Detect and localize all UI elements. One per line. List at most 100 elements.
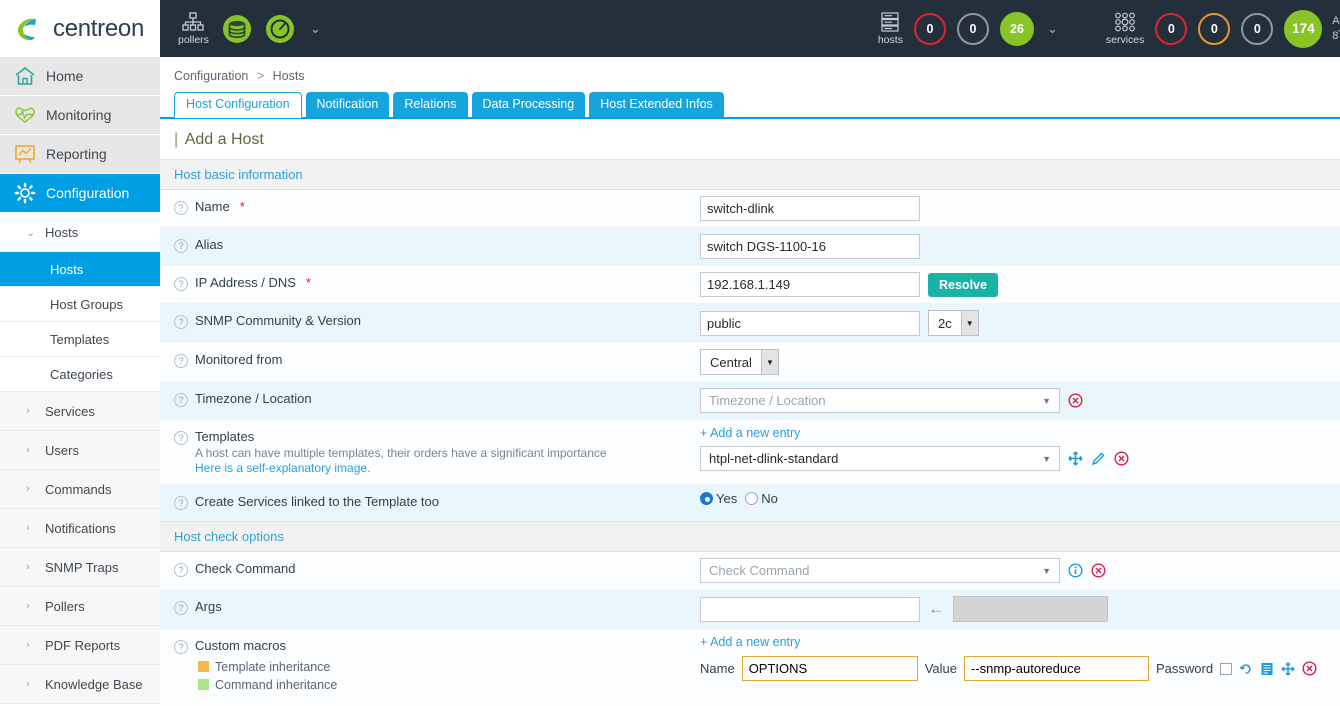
label-text: IP Address / DNS [195, 275, 296, 290]
sidebar-item-label: Host Groups [50, 297, 123, 312]
help-icon[interactable]: ? [174, 601, 188, 615]
brand-logo-area[interactable]: centreon [0, 0, 160, 57]
help-icon[interactable]: ? [174, 640, 188, 654]
help-icon[interactable]: ? [174, 277, 188, 291]
tab-host-configuration[interactable]: Host Configuration [174, 92, 302, 118]
resolve-button[interactable]: Resolve [928, 273, 998, 297]
sidebar-item-categories[interactable]: Categories [0, 357, 160, 392]
sidebar-item-templates[interactable]: Templates [0, 322, 160, 357]
hosts-icon[interactable]: hosts [878, 12, 903, 46]
sidebar-item-monitoring[interactable]: Monitoring [0, 96, 160, 135]
help-icon[interactable]: ? [174, 431, 188, 445]
help-icon[interactable]: ? [174, 354, 188, 368]
sidebar-group-commands[interactable]: › Commands [0, 470, 160, 509]
templates-note-link-wrap: Here is a self-explanatory image. [174, 461, 370, 475]
hosts-chevron-down-icon[interactable]: ⌄ [1047, 21, 1058, 37]
monitored-from-select[interactable]: Central ▼ [700, 349, 779, 375]
help-icon[interactable]: ? [174, 496, 188, 510]
macro-delete-icon[interactable] [1302, 661, 1317, 676]
sidebar-item-home[interactable]: Home [0, 57, 160, 96]
args-input[interactable] [700, 597, 920, 622]
macro-value-input[interactable] [964, 656, 1149, 681]
self-explanatory-image-link[interactable]: Here is a self-explanatory image. [195, 461, 370, 475]
sidebar-item-hosts[interactable]: Hosts [0, 252, 160, 287]
sidebar-item-reporting[interactable]: Reporting [0, 135, 160, 174]
template-select[interactable]: htpl-net-dlink-standard ▼ [700, 446, 1060, 471]
macros-add-entry-link[interactable]: + Add a new entry [700, 635, 800, 649]
field-label-args: ? Args [160, 590, 700, 624]
services-warning-count[interactable]: 0 [1198, 13, 1230, 45]
timezone-select[interactable]: Timezone / Location ▼ [700, 388, 1060, 413]
timezone-delete-icon[interactable] [1068, 393, 1083, 408]
check-command-select[interactable]: Check Command ▼ [700, 558, 1060, 583]
pollers-chevron-down-icon[interactable]: ⌄ [310, 21, 321, 37]
title-bar-accent: | [174, 131, 178, 148]
chevron-right-icon: › [26, 405, 36, 417]
check-command-delete-icon[interactable] [1091, 563, 1106, 578]
create-services-yes-option[interactable]: Yes [700, 491, 737, 506]
tab-host-extended-infos[interactable]: Host Extended Infos [589, 92, 724, 117]
command-inheritance-label: Command inheritance [215, 678, 337, 692]
template-edit-icon[interactable] [1091, 451, 1106, 466]
breadcrumb-current[interactable]: Hosts [273, 69, 305, 83]
hosts-up-count[interactable]: 26 [1000, 12, 1034, 46]
required-marker: * [306, 275, 311, 290]
field-control-create-services: Yes No [700, 485, 1340, 512]
sidebar-item-configuration[interactable]: Configuration [0, 174, 160, 213]
label-text: Args [195, 599, 222, 614]
database-icon[interactable] [222, 14, 252, 44]
create-services-no-option[interactable]: No [745, 491, 778, 506]
gauge-icon[interactable] [265, 14, 295, 44]
field-row-monitored-from: ? Monitored from Central ▼ [160, 343, 1340, 382]
ip-address-input[interactable] [700, 272, 920, 297]
help-icon[interactable]: ? [174, 239, 188, 253]
radio-yes[interactable] [700, 492, 713, 505]
macro-password-label: Password [1156, 661, 1213, 676]
macro-description-icon[interactable] [1260, 662, 1274, 676]
macro-name-input[interactable] [742, 656, 918, 681]
name-input[interactable] [700, 196, 920, 221]
help-icon[interactable]: ? [174, 201, 188, 215]
services-icon[interactable]: services [1106, 12, 1145, 46]
help-icon[interactable]: ? [174, 563, 188, 577]
tab-data-processing[interactable]: Data Processing [472, 92, 586, 117]
services-critical-count[interactable]: 0 [1155, 13, 1187, 45]
sidebar-group-notifications[interactable]: › Notifications [0, 509, 160, 548]
template-move-icon[interactable] [1068, 451, 1083, 466]
chart-board-icon [14, 143, 36, 165]
user-menu[interactable]: A 8 [1326, 0, 1340, 57]
services-unknown-count[interactable]: 0 [1241, 13, 1273, 45]
sidebar-group-pdf-reports[interactable]: › PDF Reports [0, 626, 160, 665]
help-icon[interactable]: ? [174, 315, 188, 329]
sidebar-group-services[interactable]: › Services [0, 392, 160, 431]
radio-no[interactable] [745, 492, 758, 505]
sidebar-group-users[interactable]: › Users [0, 431, 160, 470]
snmp-version-select[interactable]: 2c ▼ [928, 310, 979, 336]
field-row-ip-address: ? IP Address / DNS * Resolve [160, 266, 1340, 304]
sidebar-group-snmp-traps[interactable]: › SNMP Traps [0, 548, 160, 587]
tab-notification[interactable]: Notification [306, 92, 390, 117]
template-delete-icon[interactable] [1114, 451, 1129, 466]
snmp-community-input[interactable] [700, 311, 920, 336]
alias-input[interactable] [700, 234, 920, 259]
services-ok-count[interactable]: 174 [1284, 10, 1322, 48]
pollers-icon[interactable]: pollers [178, 12, 209, 46]
macro-password-checkbox[interactable] [1220, 663, 1232, 675]
top-bar-status-area: pollers ⌄ [160, 0, 1340, 57]
sidebar-item-host-groups[interactable]: Host Groups [0, 287, 160, 322]
field-control-custom-macros: + Add a new entry Name Value Password [700, 629, 1340, 687]
sidebar-group-hosts[interactable]: ⌄ Hosts [0, 213, 160, 252]
check-command-info-icon[interactable] [1068, 563, 1083, 578]
tab-relations[interactable]: Relations [393, 92, 467, 117]
macro-move-icon[interactable] [1281, 662, 1295, 676]
user-line-2: 8 [1332, 29, 1340, 44]
hosts-down-count[interactable]: 0 [914, 13, 946, 45]
field-label-custom-macros: ? Custom macros Template inheritance Com… [160, 629, 700, 706]
sidebar-group-pollers[interactable]: › Pollers [0, 587, 160, 626]
help-icon[interactable]: ? [174, 393, 188, 407]
hosts-unreachable-count[interactable]: 0 [957, 13, 989, 45]
breadcrumb-root[interactable]: Configuration [174, 69, 248, 83]
sidebar-group-knowledge-base[interactable]: › Knowledge Base [0, 665, 160, 704]
templates-add-entry-link[interactable]: + Add a new entry [700, 426, 800, 440]
macro-undo-icon[interactable] [1239, 662, 1253, 676]
